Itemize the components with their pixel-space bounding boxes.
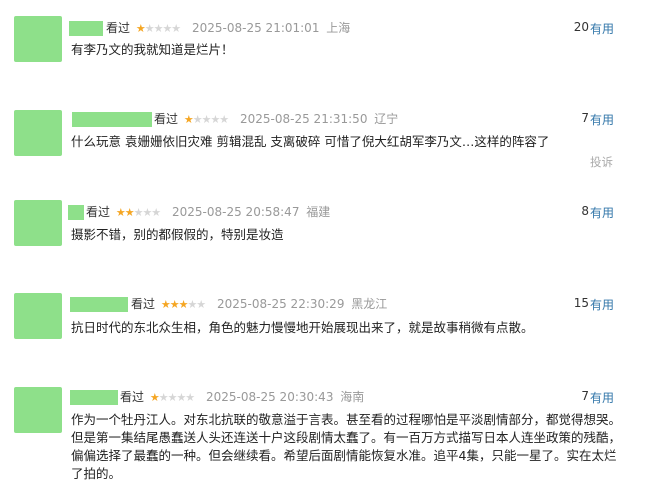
vote-count: 7 [581,111,589,125]
review-location: 黑龙江 [351,297,388,311]
review-time: 2025-08-25 22:30:29 [217,297,345,311]
review-time: 2025-08-25 21:01:01 [192,21,320,35]
watched-label: 看过 [154,112,179,126]
review-content: 什么玩意 袁姗姗依旧灾难 剪辑混乱 支离破碎 可惜了倪大红胡军李乃文…这样的阵容… [71,134,550,149]
review-location: 上海 [326,21,351,35]
review-time: 2025-08-25 21:31:50 [240,112,368,126]
username-redacted[interactable] [68,205,84,220]
report-button[interactable]: 投诉 [590,154,613,170]
watched-label: 看过 [86,205,111,219]
useful-button[interactable]: 有用 [590,204,614,221]
vote-count: 20 [573,20,589,34]
vote-count: 8 [581,204,589,218]
useful-button[interactable]: 有用 [590,20,614,37]
review-meta: 看过 ★★★★★ 2025-08-25 20:58:47 福建 [86,204,330,221]
review-meta: 看过 ★★★★★ 2025-08-25 20:30:43 海南 [120,389,364,406]
watched-label: 看过 [120,390,145,404]
review-content: 抗日时代的东北众生相，角色的魅力慢慢地开始展现出来了，就是故事稍微有点散。 [71,320,534,335]
review-location: 辽宁 [374,112,399,126]
useful-button[interactable]: 有用 [590,389,614,406]
useful-button[interactable]: 有用 [590,296,614,313]
watched-label: 看过 [106,21,131,35]
rating-stars: ★★★★★ [115,206,161,219]
username-redacted[interactable] [72,112,152,127]
rating-stars: ★★★★★ [149,391,195,404]
vote-count: 15 [573,296,589,310]
review-meta: 看过 ★★★★★ 2025-08-25 21:01:01 上海 [106,20,350,37]
rating-stars: ★★★★★ [135,22,181,35]
rating-stars: ★★★★★ [160,298,206,311]
useful-button[interactable]: 有用 [590,111,614,128]
watched-label: 看过 [131,297,156,311]
review-location: 福建 [306,205,331,219]
username-redacted[interactable] [70,297,128,312]
avatar[interactable] [14,293,62,339]
username-redacted[interactable] [69,21,103,36]
avatar[interactable] [14,200,62,246]
rating-stars: ★★★★★ [183,113,229,126]
review-time: 2025-08-25 20:30:43 [206,390,334,404]
review-location: 海南 [340,390,365,404]
avatar[interactable] [14,110,62,156]
avatar[interactable] [14,387,62,433]
review-time: 2025-08-25 20:58:47 [172,205,300,219]
review-content: 作为一个牡丹江人。对东北抗联的敬意溢于言表。甚至看的过程哪怕是平淡剧情部分，都觉… [71,412,622,481]
review-meta: 看过 ★★★★★ 2025-08-25 22:30:29 黑龙江 [131,296,387,313]
review-content: 有李乃文的我就知道是烂片！ [71,42,234,57]
username-redacted[interactable] [70,390,118,405]
vote-count: 7 [581,389,589,403]
avatar[interactable] [14,16,62,62]
review-content: 摄影不错，别的都假假的，特别是妆造 [71,227,284,242]
review-meta: 看过 ★★★★★ 2025-08-25 21:31:50 辽宁 [154,111,398,128]
